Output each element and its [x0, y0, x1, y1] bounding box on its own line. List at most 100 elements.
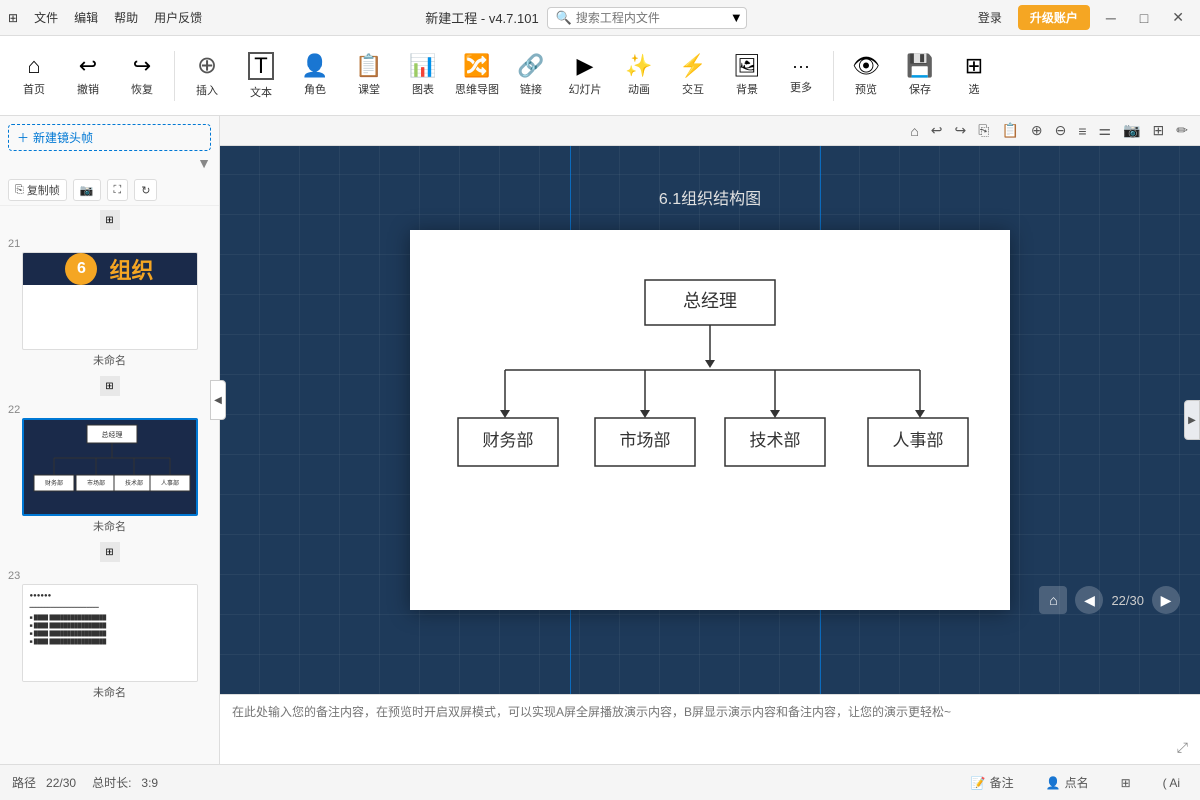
canvas-zoomout-icon[interactable]: ⊖ [1051, 120, 1071, 141]
total-value: 3:9 [141, 776, 158, 790]
upgrade-button[interactable]: 升级账户 [1018, 5, 1090, 30]
redo-icon: ↪ [133, 55, 151, 77]
menu-feedback[interactable]: 用户反馈 [154, 9, 202, 26]
prev-page-button[interactable]: ◀ [1075, 586, 1103, 614]
sidebar-toggle-button[interactable]: ◀ [210, 380, 226, 420]
tool-more[interactable]: ··· 更多 [775, 41, 827, 111]
expand-icon-mid[interactable]: ⊞ [100, 376, 120, 396]
right-panel-toggle[interactable]: ▶ [1184, 400, 1200, 440]
expand-status-icon: ⊞ [1121, 776, 1131, 790]
chart-icon: 📊 [409, 55, 436, 77]
close-button[interactable]: ✕ [1164, 5, 1192, 30]
main-content: ＋ 新建镜头帧 ▼ ⎘ 复制帧 📷 ⛶ ↻ [0, 116, 1200, 764]
text-icon: T [248, 52, 273, 80]
menu-help[interactable]: 帮助 [114, 9, 138, 26]
tool-link-label: 链接 [520, 81, 542, 97]
expand-icon-top[interactable]: ⊞ [100, 210, 120, 230]
notes-area[interactable]: ⤢ [220, 694, 1200, 764]
search-box[interactable]: 🔍 ▼ [547, 7, 747, 29]
copy-frame-button[interactable]: ⎘ 复制帧 [8, 179, 67, 201]
maximize-button[interactable]: □ [1132, 6, 1156, 30]
svg-text:总经理: 总经理 [101, 430, 122, 439]
menu-edit[interactable]: 编辑 [74, 9, 98, 26]
svg-text:人事部: 人事部 [893, 431, 944, 450]
tool-insert[interactable]: ⊕ 插入 [181, 41, 233, 111]
tool-animate[interactable]: ✨ 动画 [613, 41, 665, 111]
canvas-undo-icon[interactable]: ↩ [927, 120, 947, 141]
copy-frame-label: 复制帧 [27, 182, 60, 198]
fullscreen-button[interactable]: ⛶ [107, 179, 129, 201]
canvas-edit-icon[interactable]: ✏ [1172, 120, 1192, 141]
new-frame-label: 新建镜头帧 [33, 129, 93, 146]
slide-thumbnail-22[interactable]: 总经理 财务部 市场部 [22, 418, 198, 516]
camera-button[interactable]: 📷 [73, 179, 101, 201]
tool-preview[interactable]: 👁 预览 [840, 41, 892, 111]
tool-mindmap[interactable]: 🔀 思维导图 [451, 41, 503, 111]
org-chart: 总经理 [410, 230, 1010, 610]
tool-undo[interactable]: ↩ 撤销 [62, 41, 114, 111]
tool-interact[interactable]: ⚡ 交互 [667, 41, 719, 111]
canvas-home-icon[interactable]: ⌂ [906, 121, 922, 141]
svg-text:总经理: 总经理 [683, 291, 737, 311]
undo-icon: ↩ [79, 55, 97, 77]
canvas-grid-icon[interactable]: ⊞ [1149, 120, 1169, 141]
canvas-redo-icon[interactable]: ↪ [951, 120, 971, 141]
canvas-camera-icon[interactable]: 📷 [1119, 120, 1144, 141]
sidebar: ＋ 新建镜头帧 ▼ ⎘ 复制帧 📷 ⛶ ↻ [0, 116, 220, 764]
path-label: 路径 22/30 [12, 774, 76, 791]
toolbar: ⌂ 首页 ↩ 撤销 ↪ 恢复 ⊕ 插入 T 文本 👤 角色 📋 课堂 📊 图表 … [0, 36, 1200, 116]
ai-status-button[interactable]: ( Ai [1155, 774, 1188, 792]
refresh-button[interactable]: ↻ [134, 179, 157, 201]
canvas-distribute-icon[interactable]: ⚌ [1095, 120, 1116, 141]
roll-call-button[interactable]: 👤 点名 [1038, 772, 1097, 793]
role-icon: 👤 [301, 55, 328, 77]
slide-thumbnail-21[interactable]: 6 组织 [22, 252, 198, 350]
search-input[interactable] [576, 11, 726, 25]
slide-num-21: 21 [4, 238, 215, 250]
notes-expand-icon[interactable]: ⤢ [1177, 739, 1188, 756]
expand-status-button[interactable]: ⊞ [1113, 774, 1139, 792]
menu-file[interactable]: 文件 [34, 9, 58, 26]
tool-class-label: 课堂 [358, 81, 380, 97]
new-frame-button[interactable]: ＋ 新建镜头帧 [8, 124, 211, 151]
tool-slide[interactable]: ▶ 幻灯片 [559, 41, 611, 111]
statusbar-right: 📝 备注 👤 点名 ⊞ ( Ai [963, 772, 1188, 793]
notes-textarea[interactable] [232, 703, 1188, 756]
path-value: 22/30 [46, 776, 76, 790]
canvas-zoomin-icon[interactable]: ⊕ [1027, 120, 1047, 141]
slide-content[interactable]: 6.1组织结构图 总经理 [410, 230, 1010, 610]
slide-icon: ▶ [577, 55, 594, 77]
notes-status-button[interactable]: 📝 备注 [963, 772, 1022, 793]
tool-save[interactable]: 💾 保存 [894, 41, 946, 111]
animate-icon: ✨ [625, 55, 652, 77]
tool-bg[interactable]: 🖼 背景 [721, 41, 773, 111]
slide-item-21[interactable]: 21 6 组织 未命名 [4, 238, 215, 368]
tool-select[interactable]: ⊞ 选 [948, 41, 1000, 111]
slide-thumbnail-23[interactable]: ●●●●●● ━━━━━━━━━━━━━━━━━━━━━━━ ■ ████ ██… [22, 584, 198, 682]
minimize-button[interactable]: ─ [1098, 6, 1124, 30]
slide-canvas[interactable]: 22 6.1组织结构图 总经理 [220, 146, 1200, 694]
canvas-copy-icon[interactable]: ⎘ [974, 120, 993, 141]
slide-item-22[interactable]: 22 总经理 [4, 404, 215, 534]
tool-save-label: 保存 [909, 81, 931, 97]
tool-text[interactable]: T 文本 [235, 41, 287, 111]
page-home-button[interactable]: ⌂ [1039, 586, 1067, 614]
sidebar-scroll-down-icon[interactable]: ▼ [197, 155, 211, 171]
tool-home[interactable]: ⌂ 首页 [8, 41, 60, 111]
next-page-button[interactable]: ▶ [1152, 586, 1180, 614]
refresh-icon: ↻ [141, 184, 150, 197]
tool-link[interactable]: 🔗 链接 [505, 41, 557, 111]
canvas-paste-icon[interactable]: 📋 [997, 120, 1022, 141]
login-button[interactable]: 登录 [970, 6, 1010, 29]
tool-mindmap-label: 思维导图 [455, 81, 499, 97]
search-dropdown-icon[interactable]: ▼ [730, 10, 743, 25]
tool-class[interactable]: 📋 课堂 [343, 41, 395, 111]
tool-redo[interactable]: ↪ 恢复 [116, 41, 168, 111]
preview-icon: 👁 [852, 55, 880, 77]
slide-item-23[interactable]: 23 ●●●●●● ━━━━━━━━━━━━━━━━━━━━━━━ ■ ████… [4, 570, 215, 700]
canvas-align-icon[interactable]: ≡ [1074, 121, 1090, 141]
mindmap-icon: 🔀 [463, 55, 490, 77]
tool-chart[interactable]: 📊 图表 [397, 41, 449, 111]
expand-icon-bottom[interactable]: ⊞ [100, 542, 120, 562]
tool-role[interactable]: 👤 角色 [289, 41, 341, 111]
